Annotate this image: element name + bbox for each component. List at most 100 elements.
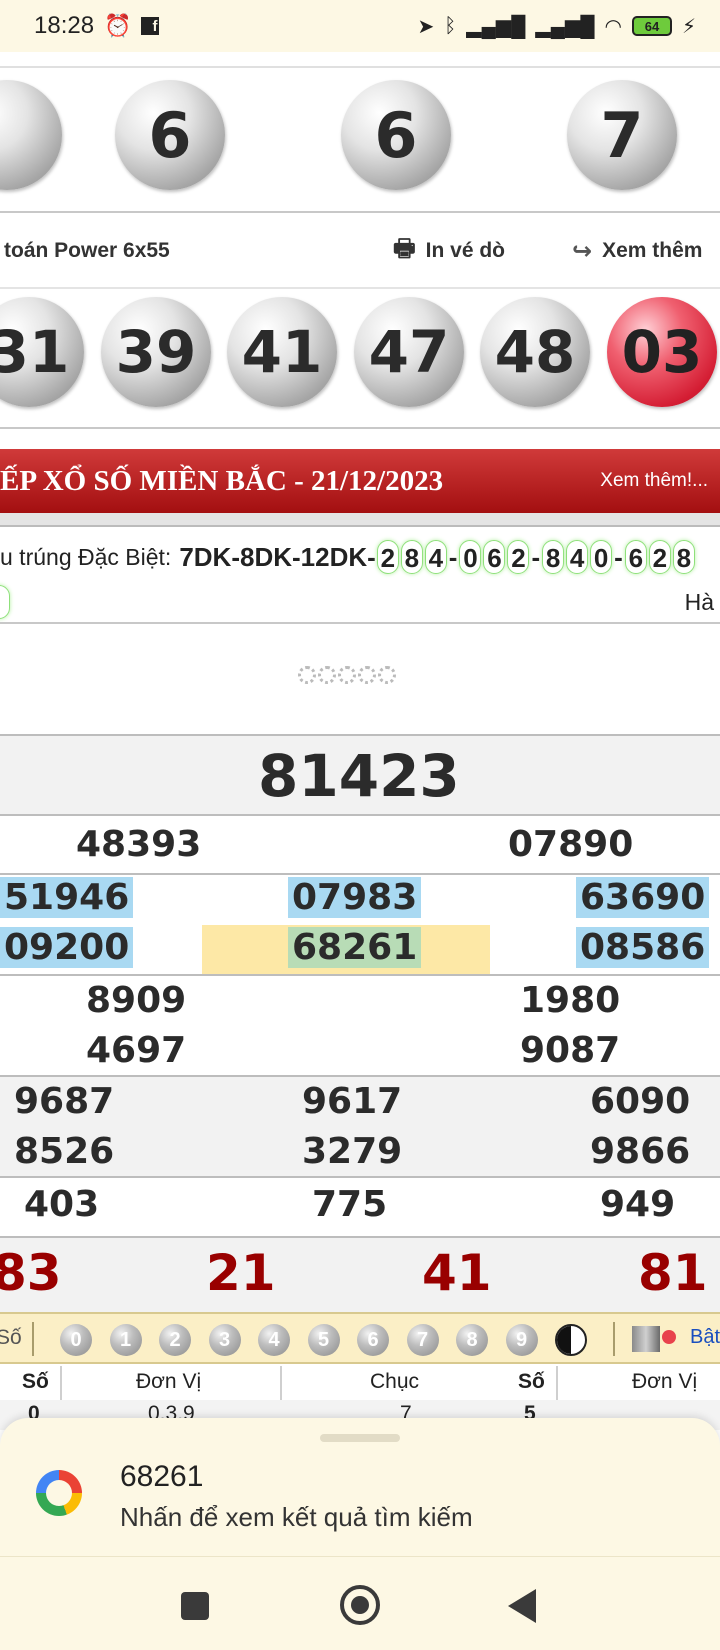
col-divider <box>60 1366 62 1400</box>
search-hint: Nhấn để xem kết quả tìm kiếm <box>120 1502 473 1532</box>
region-right: Hà <box>684 588 714 615</box>
region-line: Hà <box>0 582 720 622</box>
prize-fourth-number: 3279 <box>302 1131 403 1172</box>
digit-button-8[interactable]: 8 <box>456 1324 488 1356</box>
prize-third-number: 1980 <box>520 980 621 1021</box>
prize-third-number: 8909 <box>86 980 187 1021</box>
special-digit: 2 <box>648 540 671 574</box>
separator <box>32 1322 34 1356</box>
home-button[interactable] <box>340 1585 380 1625</box>
divider <box>0 622 720 624</box>
lottery-ball: 7 <box>567 80 677 190</box>
digit-button-4[interactable]: 4 <box>258 1324 290 1356</box>
prize-third-number: 4697 <box>86 1030 187 1071</box>
power-ball: 48 <box>480 297 590 407</box>
special-label: u trúng Đặc Biệt: <box>0 543 172 570</box>
digit-button-1[interactable]: 1 <box>109 1324 142 1356</box>
prize-fourth-number: 6090 <box>590 1081 691 1122</box>
special-digit: 8 <box>400 540 423 574</box>
digit-button-2[interactable]: 2 <box>159 1324 191 1356</box>
divider <box>0 211 720 213</box>
print-ticket-link[interactable]: 🖶 In vé dò <box>393 231 505 272</box>
prize-sixth-row: 83 21 41 81 <box>0 1236 720 1312</box>
col-divider <box>280 1366 282 1400</box>
status-bar: 18:28 ⏰ f ➤ ᛒ ▂▄▆█ ▂▄▆█ ◠ 64 ⚡ <box>0 0 720 52</box>
prize-sixth-number: 83 <box>0 1244 62 1302</box>
col-header: Số <box>22 1370 49 1393</box>
special-digit: 2 <box>507 540 530 574</box>
digit-button-9[interactable]: 9 <box>505 1324 538 1356</box>
prize-special-number: 81423 <box>258 742 460 810</box>
see-more-link[interactable]: ↪ Xem thêm <box>572 237 702 266</box>
dash: - <box>614 541 623 572</box>
special-digit: 8 <box>542 540 565 574</box>
prize-fifth-number: 949 <box>600 1184 676 1225</box>
digit-fragment <box>0 585 10 619</box>
facebook-icon: f <box>141 17 160 35</box>
see-more-label: Xem thêm <box>602 239 703 262</box>
prize-fourth-number: 9866 <box>590 1131 691 1172</box>
prize-fourth-number: 8526 <box>14 1131 115 1172</box>
col-divider <box>556 1366 558 1400</box>
lottery-ball-partial <box>0 80 62 190</box>
yin-yang-icon[interactable] <box>555 1324 587 1356</box>
back-button[interactable] <box>508 1589 536 1623</box>
divider <box>0 287 720 289</box>
location-icon: ➤ <box>417 15 435 38</box>
digit-button-7[interactable]: 7 <box>406 1324 439 1356</box>
special-digit: 0 <box>590 540 613 574</box>
status-time: 18:28 <box>34 12 95 39</box>
prize-second-number: 63690 <box>576 877 710 918</box>
divider <box>0 66 720 68</box>
toggle-link[interactable]: Bật <box>690 1326 720 1349</box>
prize-sixth-number: 41 <box>422 1244 492 1302</box>
separator <box>613 1322 615 1356</box>
charging-icon: ⚡ <box>681 15 696 38</box>
prize-fifth-number: 775 <box>312 1184 388 1225</box>
google-search-sheet[interactable]: 68261 Nhấn để xem kết quả tìm kiếm <box>0 1418 720 1556</box>
digit-button-0[interactable]: 0 <box>60 1324 92 1356</box>
print-label: In vé dò <box>425 239 506 262</box>
special-codes: 7DK-8DK-12DK- <box>179 541 376 572</box>
col-header: Chục <box>370 1370 420 1393</box>
status-icons: ➤ ᛒ ▂▄▆█ ▂▄▆█ ◠ 64 ⚡ <box>418 14 696 39</box>
digit-button-5[interactable]: 5 <box>307 1324 340 1356</box>
special-digit: 8 <box>672 540 695 574</box>
game-name-link[interactable]: toán Power 6x55 <box>4 239 170 263</box>
system-nav-bar <box>0 1556 720 1650</box>
printer-icon: 🖶 <box>393 234 416 262</box>
col-header: Đơn Vị <box>632 1370 698 1393</box>
sheet-drag-handle[interactable] <box>320 1434 400 1442</box>
prize-second-number: 08586 <box>576 927 710 968</box>
special-digit: 0 <box>459 540 482 574</box>
loto-table-header: Số Đơn Vị Chục Số Đơn Vị <box>0 1366 720 1400</box>
prize-fourth-number: 9687 <box>14 1081 115 1122</box>
prize-second-row: 51946 07983 63690 09200 68261 08586 <box>0 873 720 975</box>
wifi-icon: ◠ <box>604 15 622 38</box>
power-links-row: toán Power 6x55 🖶 In vé dò ↪ Xem thêm <box>0 214 720 288</box>
prize-second-number: 07983 <box>288 877 422 918</box>
power-ball-bonus: 03 <box>607 297 717 407</box>
lottery-ball: 6 <box>341 80 451 190</box>
prize-first-row: 48393 07890 <box>0 814 720 874</box>
prize-third-row: 8909 1980 4697 9087 <box>0 974 720 1076</box>
prize-first-number: 07890 <box>508 824 634 865</box>
thumbnail-icon <box>632 1326 660 1352</box>
digit-button-6[interactable]: 6 <box>357 1324 389 1356</box>
recents-button[interactable] <box>181 1592 209 1620</box>
banner-title: ẾP XỔ SỐ MIỀN BẮC - 21/12/2023 <box>0 464 444 497</box>
special-codes-line: u trúng Đặc Biệt: 7DK-8DK-12DK- 284-062-… <box>0 534 720 580</box>
special-number-groups: 284-062-840-628 <box>376 540 696 574</box>
prize-third-number: 9087 <box>520 1030 621 1071</box>
digit-button-3[interactable]: 3 <box>208 1324 241 1356</box>
signal-icon-2: ▂▄▆█ <box>535 15 595 38</box>
special-digit: 6 <box>624 540 647 574</box>
google-icon <box>36 1470 82 1516</box>
loading-indicator <box>298 666 396 684</box>
banner-more-link[interactable]: Xem thêm!... <box>600 470 708 492</box>
alarm-icon: ⏰ <box>104 13 132 38</box>
search-query: 68261 <box>120 1460 204 1493</box>
power-ball: 39 <box>101 297 211 407</box>
lottery-ball: 6 <box>115 80 225 190</box>
share-arrow-icon: ↪ <box>572 237 593 265</box>
